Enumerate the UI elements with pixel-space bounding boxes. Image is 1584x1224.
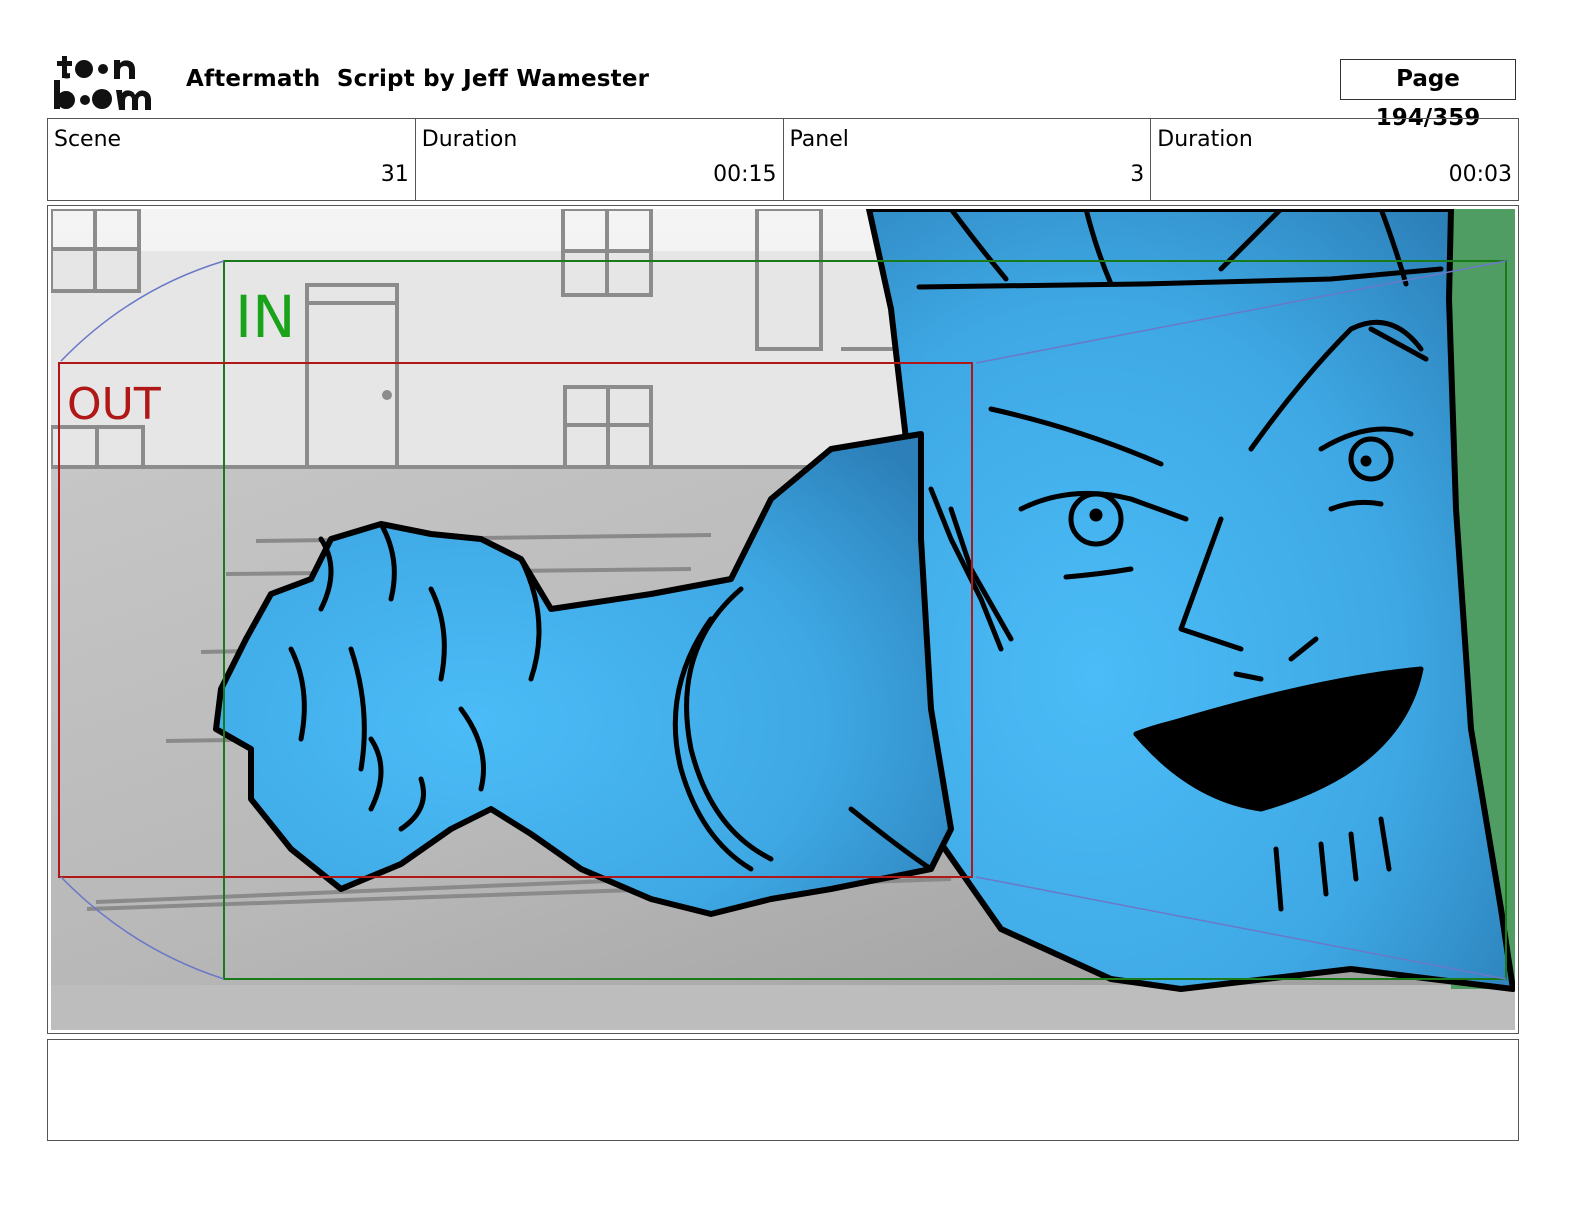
scene-value: 31 (380, 162, 409, 187)
scene-info-table: Scene 31 Duration 00:15 Panel 3 Duration… (47, 118, 1519, 201)
building-wall (51, 251, 951, 469)
panel-duration-label: Duration (1157, 127, 1253, 152)
page-number: Page 194/359 (1340, 59, 1516, 131)
scene-duration-value: 00:15 (713, 162, 777, 187)
panel-duration-cell: Duration 00:03 (1151, 119, 1518, 200)
scene-label: Scene (54, 127, 122, 152)
in-frame-label: IN (235, 283, 296, 351)
scene-duration-cell: Duration 00:15 (416, 119, 784, 200)
panel-notes-box[interactable] (47, 1039, 1519, 1141)
scene-cell: Scene 31 (48, 119, 416, 200)
scene-duration-label: Duration (421, 127, 518, 152)
panel-duration-value: 00:03 (1448, 162, 1512, 187)
out-frame-label: OUT (67, 379, 161, 430)
panel-cell: Panel 3 (784, 119, 1152, 200)
document-title: Aftermath Script by Jeff Wamester (186, 66, 650, 92)
panel-value: 3 (1130, 162, 1145, 187)
storyboard-panel-image: IN OUT (51, 209, 1515, 1030)
bottom-strip (51, 985, 1515, 1030)
panel-label: Panel (789, 127, 849, 152)
toon-boom-logo (54, 56, 151, 110)
